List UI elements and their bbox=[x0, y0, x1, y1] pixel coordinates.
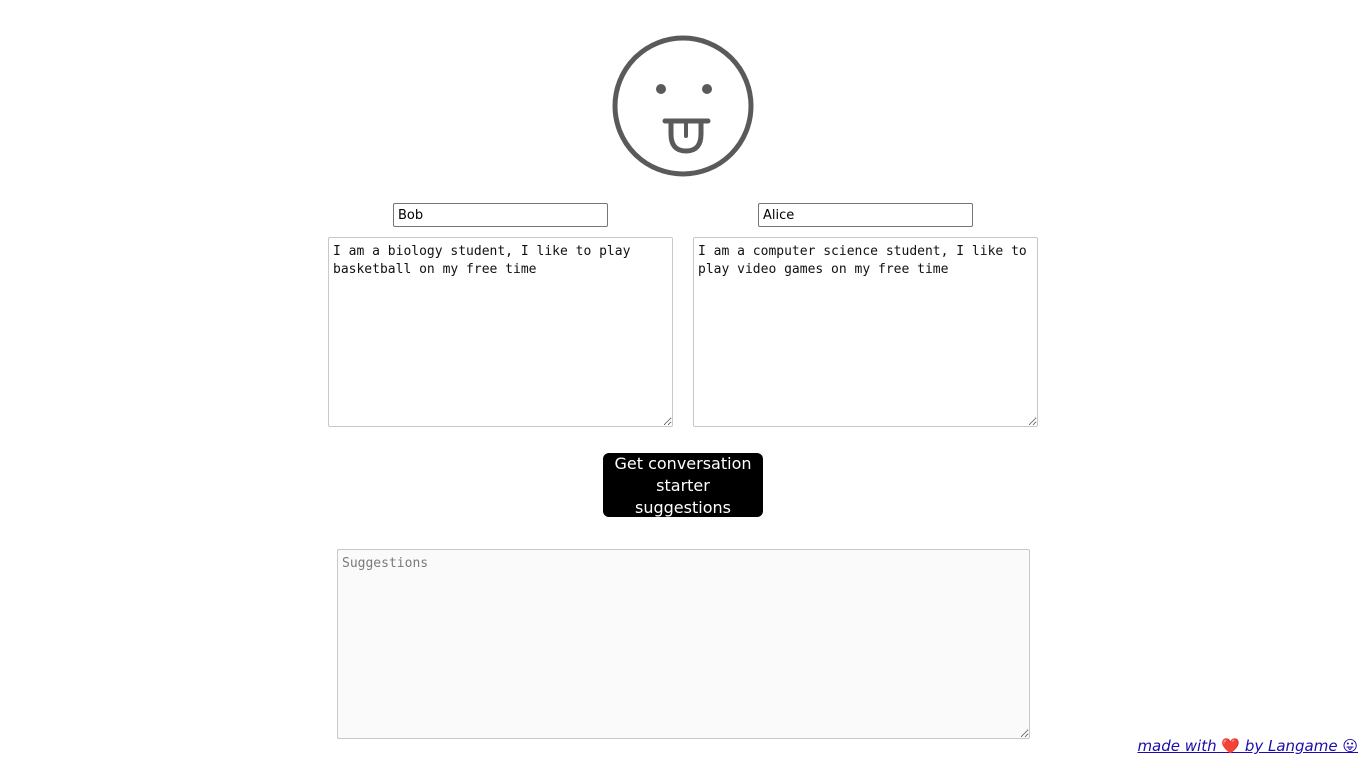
langame-credit-link[interactable]: made with ❤️ by Langame 😛 bbox=[1137, 737, 1358, 755]
tongue-out-emoji-icon: 😛 bbox=[1342, 737, 1358, 755]
suggestions-textarea[interactable] bbox=[337, 549, 1030, 739]
credit-text-before: made with bbox=[1137, 737, 1222, 755]
credit-text-after: by Langame bbox=[1240, 737, 1343, 755]
person-b-name-input[interactable] bbox=[758, 203, 973, 227]
person-a-name-input[interactable] bbox=[393, 203, 608, 227]
tongue-out-face-icon bbox=[612, 35, 754, 177]
get-suggestions-button[interactable]: Get conversation starter suggestions bbox=[603, 453, 763, 517]
person-a-bio-textarea[interactable]: I am a biology student, I like to play b… bbox=[328, 237, 673, 427]
person-b-bio-textarea[interactable]: I am a computer science student, I like … bbox=[693, 237, 1038, 427]
heart-icon: ❤️ bbox=[1221, 737, 1241, 755]
page: I am a biology student, I like to play b… bbox=[0, 0, 1366, 768]
